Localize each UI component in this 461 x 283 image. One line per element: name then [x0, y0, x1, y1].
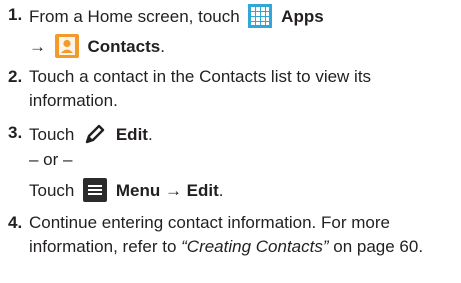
step-3-line-3: Touch Menu → Edit.: [29, 178, 224, 208]
step-4-line-1: Continue entering contact information. F…: [29, 213, 390, 232]
step-number: 1.: [8, 5, 23, 24]
step-1-line-2: → Contacts.: [29, 34, 165, 64]
step-text: Touch: [29, 125, 75, 144]
step-number: 4.: [8, 213, 23, 232]
step-text: information, refer to: [29, 237, 182, 256]
step-text: Touch: [29, 181, 75, 200]
apps-grid-icon: [248, 4, 273, 34]
step-text-suffix: .: [218, 181, 224, 200]
contacts-label: Contacts: [87, 37, 161, 56]
edit-label: Edit: [115, 125, 148, 144]
step-4-line-2: information, refer to “Creating Contacts…: [29, 236, 423, 258]
step-text-suffix: on page 60.: [328, 237, 424, 256]
step-text-suffix: .: [147, 125, 153, 144]
step-number: 2.: [8, 67, 23, 86]
step-3-or: – or –: [29, 150, 73, 169]
step-2-line-1: Touch a contact in the Contacts list to …: [29, 67, 372, 86]
step-2-line-2: information.: [29, 91, 118, 110]
edit-pencil-icon: [83, 122, 107, 152]
step-text-suffix: .: [160, 37, 165, 56]
arrow: →: [29, 37, 46, 56]
apps-label: Apps: [281, 7, 324, 26]
step-3-line-1: Touch Edit.: [29, 122, 153, 152]
step-1-line-1: From a Home screen, touch Apps: [29, 4, 324, 34]
menu-edit-label: Menu → Edit: [115, 181, 219, 200]
contacts-icon: [54, 34, 79, 64]
step-text: From a Home screen, touch: [29, 7, 240, 26]
menu-icon: [83, 178, 108, 208]
instruction-list: 1. From a Home screen, touch Apps → Cont…: [0, 0, 461, 283]
cross-reference: “Creating Contacts”: [181, 237, 329, 256]
step-number: 3.: [8, 123, 23, 142]
